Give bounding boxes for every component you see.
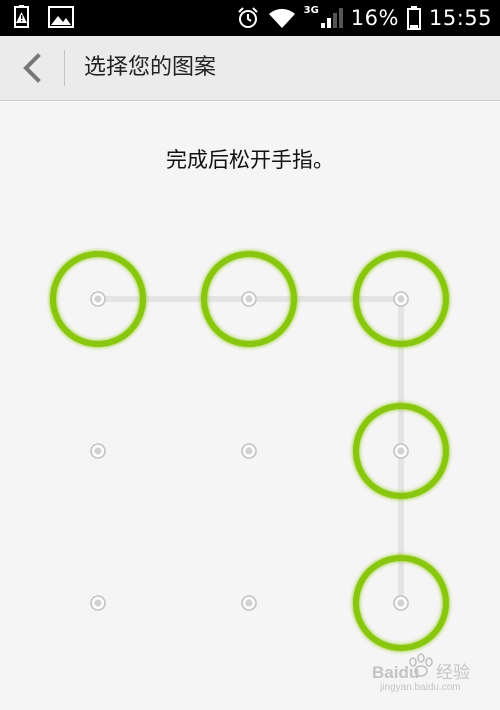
pattern-dot-center [94, 447, 102, 455]
pattern-grid[interactable] [0, 0, 500, 710]
watermark: Baidu 经验 jingyan.baidu.com [372, 653, 470, 692]
pattern-dot-center [94, 599, 102, 607]
pattern-node-5[interactable] [241, 443, 257, 459]
pattern-dot-center [245, 295, 253, 303]
pattern-dot-center [245, 599, 253, 607]
pattern-dot-center [397, 599, 405, 607]
pattern-dot-center [245, 447, 253, 455]
watermark-suffix: 经验 [436, 663, 470, 683]
pattern-node-8[interactable] [241, 595, 257, 611]
pattern-node-7[interactable] [90, 595, 106, 611]
pattern-dot-center [94, 295, 102, 303]
pattern-node-4[interactable] [90, 443, 106, 459]
watermark-url: jingyan.baidu.com [379, 682, 461, 692]
pattern-dot-center [397, 447, 405, 455]
watermark-brand: Baidu [372, 663, 419, 682]
pattern-dot-center [397, 295, 405, 303]
